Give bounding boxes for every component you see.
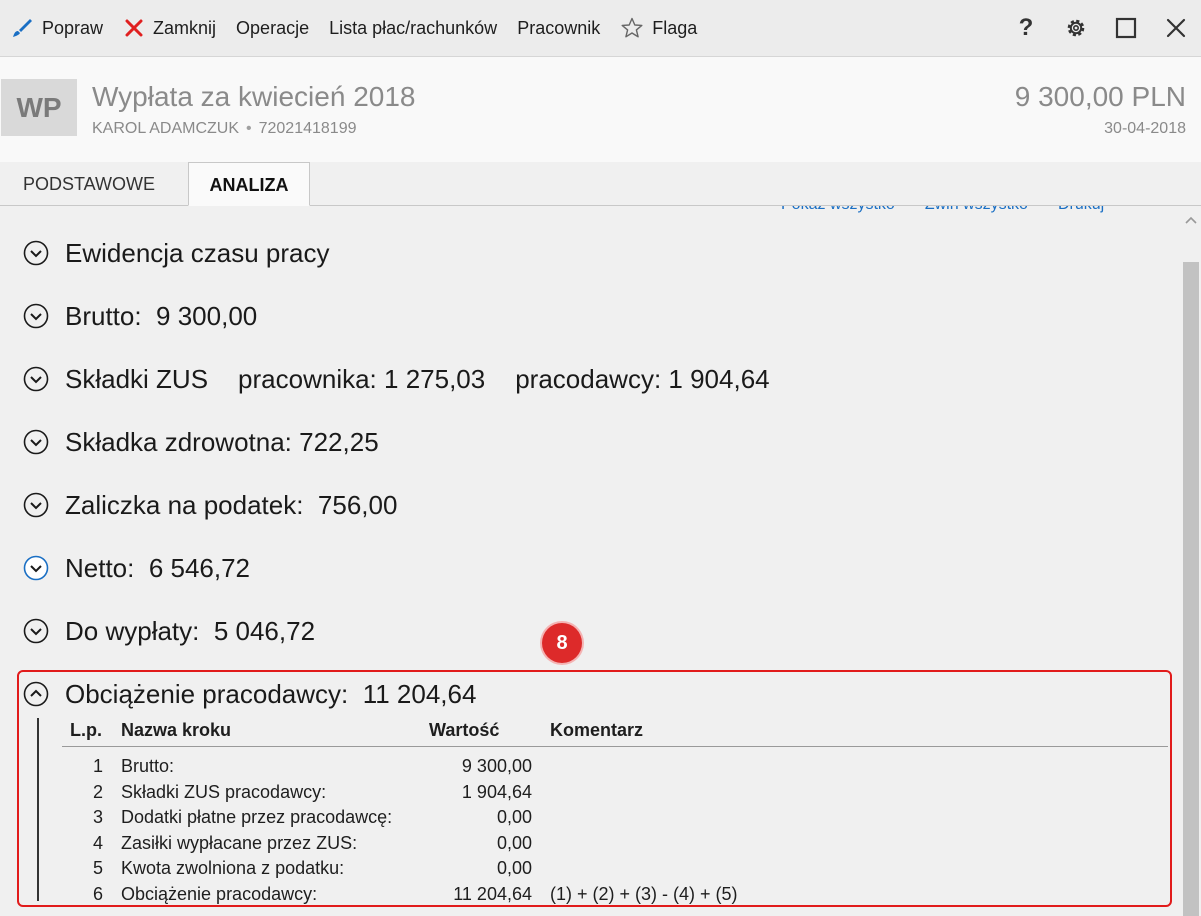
brush-icon — [13, 19, 32, 37]
document-subtitle: KAROL ADAMCZUK • 72021418199 — [92, 120, 357, 138]
section-health[interactable]: Składka zdrowotna: 722,25 — [23, 425, 379, 459]
section-zus[interactable]: Składki ZUS pracownika: 1 275,03 pracodawc… — [23, 362, 770, 396]
edit-button[interactable]: Popraw — [0, 0, 113, 56]
payroll-list-label: Lista płac/rachunków — [329, 17, 498, 38]
chevron-down-icon[interactable] — [23, 618, 49, 644]
document-header: WP Wypłata za kwiecień 2018 KAROL ADAMCZ… — [0, 57, 1201, 162]
section-label: Netto: 6 546,72 — [65, 552, 251, 583]
section-label: Do wypłaty: 5 046,72 — [65, 615, 316, 646]
chevron-down-icon[interactable] — [23, 492, 49, 518]
table-row: 4 Zasiłki wypłacane przez ZUS: 0,00 — [62, 828, 1168, 854]
document-avatar: WP — [1, 79, 77, 136]
row-lp: 2 — [92, 781, 103, 802]
close-window-icon — [1166, 18, 1186, 38]
table-row: 6 Obciążenie pracodawcy: 11 204,64 (1) +… — [62, 879, 1168, 905]
employee-id: 72021418199 — [258, 120, 357, 137]
edit-label: Popraw — [42, 17, 104, 38]
collapse-all-link[interactable]: Zwiń wszystko — [925, 206, 1028, 214]
row-lp: 4 — [92, 832, 103, 853]
chevron-down-icon[interactable] — [23, 240, 49, 266]
step-badge: 8 — [542, 623, 582, 663]
section-time-tracking[interactable]: Ewidencja czasu pracy — [23, 236, 329, 270]
header-lp: L.p. — [70, 720, 102, 740]
row-value: 1 904,64 — [461, 781, 532, 802]
row-value: 0,00 — [496, 807, 532, 827]
zus-employer-value: pracodawcy: 1 904,64 — [515, 363, 770, 394]
row-name: Kwota zwolniona z podatku: — [121, 858, 345, 878]
row-lp: 3 — [92, 807, 103, 827]
row-lp: 1 — [92, 756, 103, 776]
table-row: 3 Dodatki płatne przez pracodawcę: 0,00 — [62, 802, 1168, 828]
document-date: 30-04-2018 — [1104, 120, 1186, 137]
employee-label: Pracownik — [517, 17, 601, 38]
employee-menu[interactable]: Pracownik — [507, 0, 610, 56]
header-value: Wartość — [429, 720, 500, 740]
chevron-down-icon[interactable] — [23, 429, 49, 455]
help-button[interactable]: ? — [1001, 0, 1051, 56]
print-link[interactable]: Drukuj — [1058, 206, 1104, 214]
close-label: Zamknij — [153, 17, 217, 38]
operations-menu[interactable]: Operacje — [226, 0, 319, 56]
chevron-up-icon — [1185, 216, 1197, 224]
toolbar: Popraw Zamknij Operacje Lista płac/rachu… — [0, 0, 1201, 57]
tab-bar: PODSTAWOWE ANALIZA — [0, 162, 1201, 206]
table-row: 5 Kwota zwolniona z podatku: 0,00 — [62, 853, 1168, 879]
tab-basic[interactable]: PODSTAWOWE — [13, 162, 165, 205]
row-value: 11 204,64 — [453, 883, 532, 904]
section-net[interactable]: Netto: 6 546,72 — [23, 551, 250, 585]
operations-label: Operacje — [236, 17, 310, 38]
row-value: 0,00 — [496, 858, 532, 878]
employee-name: KAROL ADAMCZUK — [92, 120, 239, 137]
row-name: Zasiłki wypłacane przez ZUS: — [121, 832, 358, 853]
document-title: Wypłata za kwiecień 2018 — [92, 81, 416, 112]
chevron-down-icon[interactable] — [23, 366, 49, 392]
section-label: Brutto: 9 300,00 — [65, 300, 258, 331]
help-icon: ? — [1018, 14, 1034, 41]
header-name: Nazwa kroku — [121, 720, 232, 740]
row-name: Składki ZUS pracodawcy: — [121, 781, 327, 802]
chevron-down-icon[interactable] — [23, 555, 49, 581]
zus-employee-value: pracownika: 1 275,03 — [238, 363, 486, 394]
row-name: Dodatki płatne przez pracodawcę: — [121, 807, 393, 827]
settings-button[interactable] — [1051, 0, 1101, 56]
table-row: 2 Składki ZUS pracodawcy: 1 904,64 — [62, 777, 1168, 803]
panel-actions: Pokaż wszystko Zwiń wszystko Drukuj — [781, 206, 1104, 214]
section-label: Składka zdrowotna: 722,25 — [65, 426, 379, 457]
show-all-link[interactable]: Pokaż wszystko — [781, 206, 895, 214]
flag-label: Flaga — [652, 17, 698, 38]
scrollbar-thumb[interactable] — [1183, 262, 1199, 916]
employer-cost-table: L.p. Nazwa kroku Wartość Komentarz 1 Bru… — [62, 718, 1168, 904]
close-document-button[interactable]: Zamknij — [113, 0, 226, 56]
tab-analysis[interactable]: ANALIZA — [188, 162, 310, 206]
section-label: Składki ZUS — [65, 363, 209, 394]
star-icon — [621, 17, 643, 38]
section-tax[interactable]: Zaliczka na podatek: 756,00 — [23, 488, 397, 522]
section-label: Ewidencja czasu pracy — [65, 237, 330, 268]
header-comment: Komentarz — [550, 720, 644, 740]
section-gross[interactable]: Brutto: 9 300,00 — [23, 299, 257, 333]
table-header: L.p. Nazwa kroku Wartość Komentarz — [62, 718, 1168, 747]
scroll-up-button[interactable] — [1183, 210, 1199, 230]
row-lp: 5 — [92, 858, 103, 878]
maximize-button[interactable] — [1101, 0, 1151, 56]
maximize-icon — [1115, 17, 1137, 39]
section-label: Zaliczka na podatek: 756,00 — [65, 489, 398, 520]
row-comment: (1) + (2) + (3) - (4) + (5) — [550, 883, 738, 904]
gear-icon — [1067, 19, 1085, 37]
row-value: 9 300,00 — [461, 756, 532, 776]
separator-dot: • — [246, 120, 252, 137]
close-icon — [125, 19, 143, 37]
close-window-button[interactable] — [1151, 0, 1201, 56]
section-payout[interactable]: Do wypłaty: 5 046,72 — [23, 614, 315, 648]
document-amount: 9 300,00 PLN — [1014, 81, 1186, 112]
row-value: 0,00 — [496, 832, 532, 853]
tree-line — [37, 718, 39, 901]
row-lp: 6 — [92, 883, 103, 904]
chevron-down-icon[interactable] — [23, 303, 49, 329]
row-name: Brutto: — [121, 756, 175, 776]
flag-button[interactable]: Flaga — [610, 0, 707, 56]
payroll-list-menu[interactable]: Lista płac/rachunków — [319, 0, 507, 56]
table-row: 1 Brutto: 9 300,00 — [62, 751, 1168, 777]
row-name: Obciążenie pracodawcy: — [121, 883, 318, 904]
